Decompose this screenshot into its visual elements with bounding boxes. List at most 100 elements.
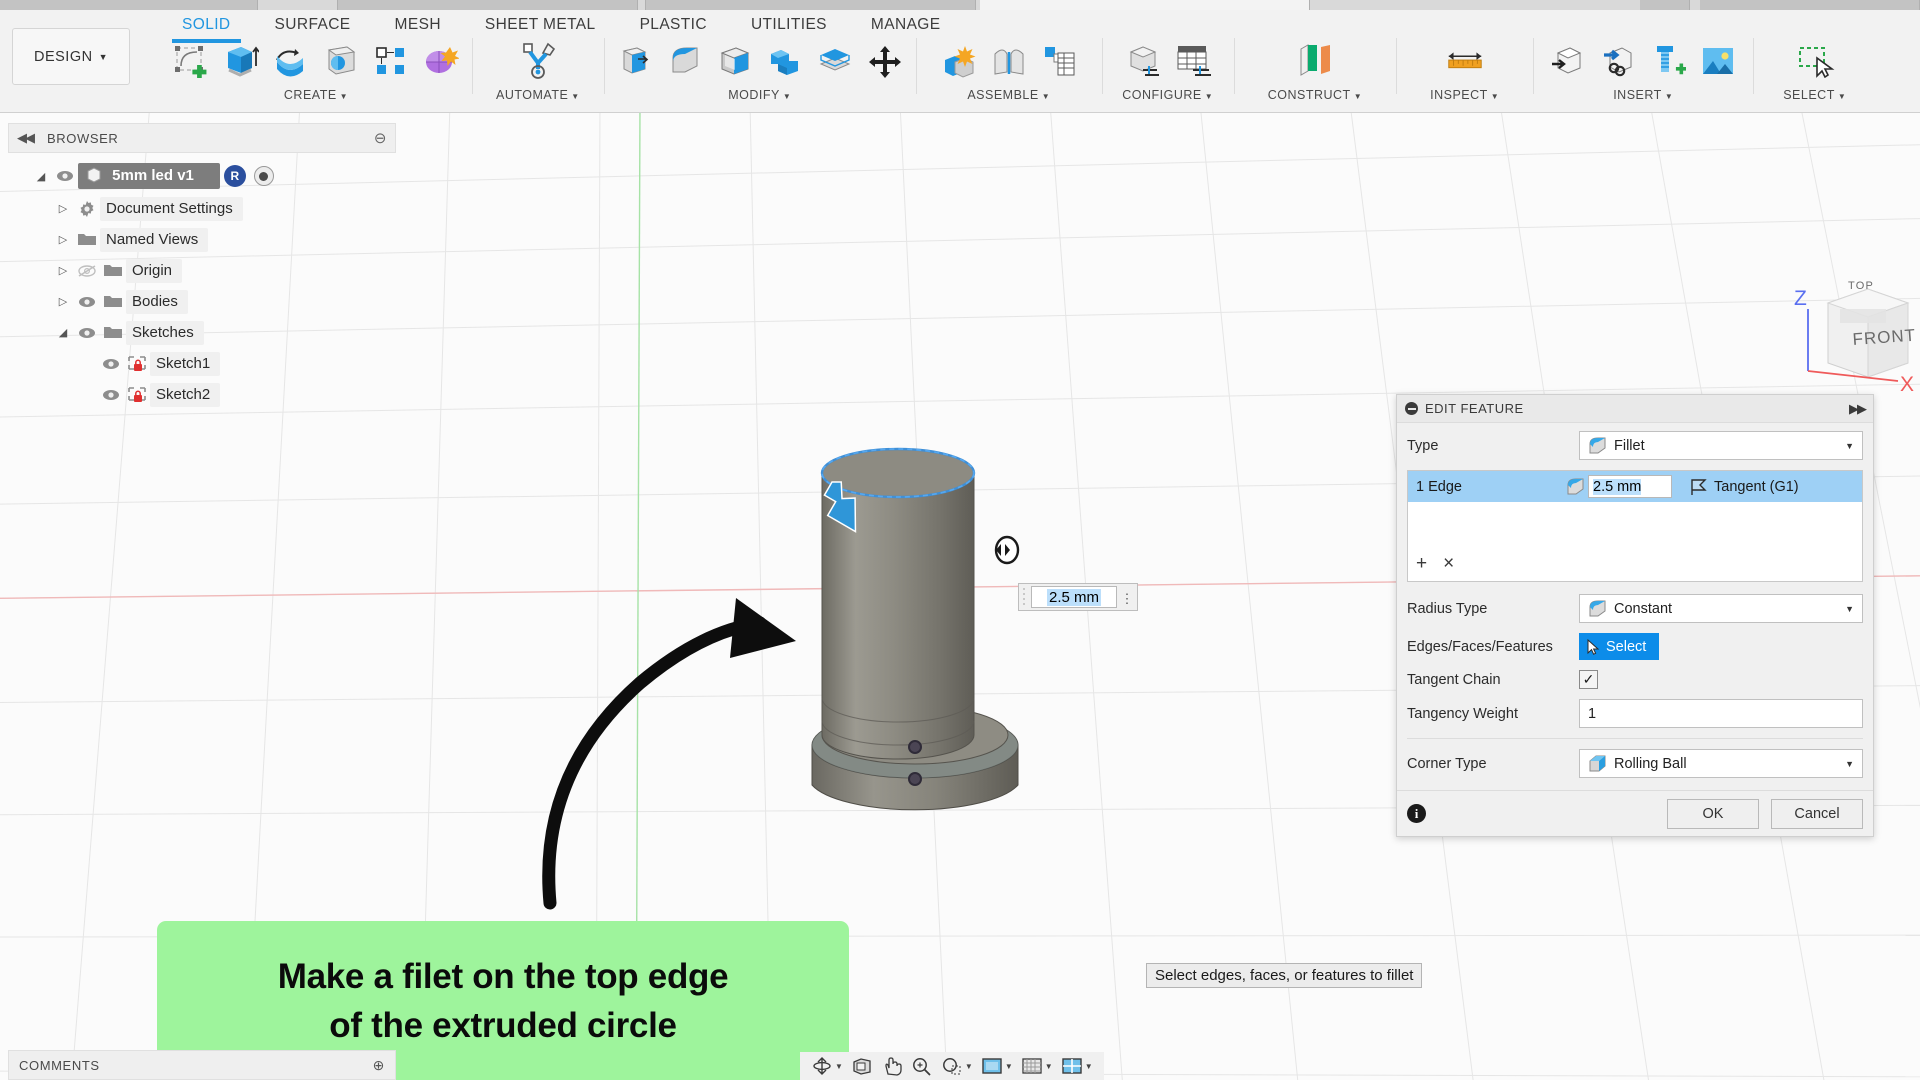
chevron-down-icon[interactable]: ▼ xyxy=(1005,1062,1013,1071)
tangent-chain-checkbox[interactable]: ✓ xyxy=(1579,670,1598,689)
display-settings-icon[interactable]: ▼ xyxy=(978,1056,1016,1076)
chevron-down-icon[interactable]: ▼ xyxy=(1845,441,1854,451)
ok-button[interactable]: OK xyxy=(1667,798,1759,829)
tabstrip-tab[interactable] xyxy=(1700,0,1920,10)
grid-snap-icon[interactable]: ▼ xyxy=(1018,1056,1056,1076)
dimension-input[interactable]: 2.5 mm xyxy=(1031,586,1117,608)
configure-table-icon[interactable] xyxy=(1172,39,1214,83)
measure-icon[interactable] xyxy=(1444,39,1486,83)
construct-plane-icon[interactable] xyxy=(1294,39,1336,83)
info-icon[interactable]: i xyxy=(1407,804,1426,823)
table-row[interactable]: 1 Edge 2.5 mm Tangent (G1) xyxy=(1408,471,1862,502)
ribbon-group-label[interactable]: CREATE ▼ xyxy=(284,88,348,102)
eye-visible-icon[interactable] xyxy=(74,296,100,308)
eye-visible-icon[interactable] xyxy=(74,327,100,339)
corner-type-dropdown[interactable]: Rolling Ball ▼ xyxy=(1579,749,1863,778)
eye-visible-icon[interactable] xyxy=(98,358,124,370)
3d-viewport[interactable]: TOP FRONT Z X ◀◀ BROWSER ⊖ ◢ 5mm led v1 … xyxy=(0,113,1920,1080)
collapse-left-icon[interactable]: ◀◀ xyxy=(17,130,35,146)
collapse-dot-icon[interactable] xyxy=(1405,402,1418,415)
ribbon-group-label[interactable]: CONFIGURE ▼ xyxy=(1122,88,1213,102)
drag-grip-icon[interactable] xyxy=(1019,584,1031,610)
add-edge-button[interactable]: + xyxy=(1416,553,1427,575)
move-copy-icon[interactable] xyxy=(864,39,906,83)
chevron-down-icon[interactable]: ▼ xyxy=(965,1062,973,1071)
browser-item-document-settings[interactable]: ▷ Document Settings xyxy=(8,193,396,224)
twisty-expanded-icon[interactable]: ◢ xyxy=(30,170,52,183)
joint-icon[interactable] xyxy=(988,39,1030,83)
browser-item-bodies[interactable]: ▷ Bodies xyxy=(8,286,396,317)
tabstrip-tab[interactable] xyxy=(0,0,258,10)
dialog-titlebar[interactable]: EDIT FEATURE ▶▶ xyxy=(1397,395,1873,423)
browser-header[interactable]: ◀◀ BROWSER ⊖ xyxy=(8,123,396,153)
dimension-input-box[interactable]: 2.5 mm ⋮ xyxy=(1018,583,1138,611)
pattern-icon[interactable] xyxy=(370,39,412,83)
tabstrip-tab[interactable] xyxy=(1640,0,1690,10)
insert-mcmaster-icon[interactable] xyxy=(1647,39,1689,83)
select-button[interactable]: Select xyxy=(1579,633,1660,660)
comments-panel[interactable]: COMMENTS ⊕ xyxy=(8,1050,396,1080)
chevron-down-icon[interactable]: ▼ xyxy=(1085,1062,1093,1071)
shell-icon[interactable] xyxy=(714,39,756,83)
ribbon-group-label[interactable]: MODIFY ▼ xyxy=(728,88,791,102)
look-at-icon[interactable] xyxy=(848,1056,876,1076)
new-component-icon[interactable] xyxy=(938,39,980,83)
fillet-icon[interactable] xyxy=(664,39,706,83)
edges-table[interactable]: 1 Edge 2.5 mm Tangent (G1) + × xyxy=(1407,470,1863,582)
zoom-icon[interactable] xyxy=(908,1056,936,1076)
offset-face-icon[interactable] xyxy=(814,39,856,83)
eye-visible-icon[interactable] xyxy=(98,389,124,401)
twisty-expanded-icon[interactable]: ◢ xyxy=(52,326,74,339)
press-pull-icon[interactable] xyxy=(614,39,656,83)
revolve-icon[interactable] xyxy=(270,39,312,83)
chevron-down-icon[interactable]: ▼ xyxy=(1845,759,1854,769)
extrude-icon[interactable] xyxy=(220,39,262,83)
eye-visible-icon[interactable] xyxy=(52,170,78,182)
kebab-menu-icon[interactable]: ⋮ xyxy=(1117,592,1137,605)
tabstrip-tab[interactable] xyxy=(338,0,638,10)
ribbon-group-label[interactable]: SELECT ▼ xyxy=(1783,88,1846,102)
activate-component-radio[interactable] xyxy=(253,166,274,186)
twisty-collapsed-icon[interactable]: ▷ xyxy=(52,202,74,215)
continuity-dropdown[interactable]: Tangent (G1) xyxy=(1688,478,1799,496)
browser-item-origin[interactable]: ▷ Origin xyxy=(8,255,396,286)
chevron-down-icon[interactable]: ▼ xyxy=(1045,1062,1053,1071)
browser-item-sketches[interactable]: ◢ Sketches xyxy=(8,317,396,348)
browser-item-named-views[interactable]: ▷ Named Views xyxy=(8,224,396,255)
chevron-down-icon[interactable]: ▼ xyxy=(1845,604,1854,614)
ribbon-group-label[interactable]: CONSTRUCT ▼ xyxy=(1268,88,1362,102)
add-comment-icon[interactable]: ⊕ xyxy=(373,1057,385,1074)
workspace-switcher-button[interactable]: DESIGN ▼ xyxy=(12,28,130,85)
form-icon[interactable] xyxy=(420,39,462,83)
combine-icon[interactable] xyxy=(764,39,806,83)
minimize-icon[interactable]: ⊖ xyxy=(374,129,387,147)
browser-item-5mm-led-v1[interactable]: ◢ 5mm led v1 R xyxy=(8,159,396,193)
type-dropdown[interactable]: Fillet ▼ xyxy=(1579,431,1863,460)
remove-edge-button[interactable]: × xyxy=(1443,553,1454,575)
eye-hidden-icon[interactable] xyxy=(74,264,100,278)
viewports-icon[interactable]: ▼ xyxy=(1058,1056,1096,1076)
select-window-icon[interactable] xyxy=(1794,39,1836,83)
cancel-button[interactable]: Cancel xyxy=(1771,798,1863,829)
create-sketch-icon[interactable] xyxy=(170,39,212,83)
sweep-icon[interactable] xyxy=(320,39,362,83)
tangency-weight-input[interactable]: 1 xyxy=(1579,699,1863,728)
insert-derive-icon[interactable] xyxy=(1547,39,1589,83)
ribbon-group-label[interactable]: AUTOMATE ▼ xyxy=(496,88,580,102)
tabstrip-tab[interactable] xyxy=(646,0,976,10)
ribbon-group-label[interactable]: INSPECT ▼ xyxy=(1430,88,1499,102)
browser-item-sketch2[interactable]: Sketch2 xyxy=(8,379,396,410)
ribbon-group-label[interactable]: INSERT ▼ xyxy=(1613,88,1673,102)
browser-item-sketch1[interactable]: Sketch1 xyxy=(8,348,396,379)
chevron-down-icon[interactable]: ▼ xyxy=(835,1062,843,1071)
automate-icon[interactable] xyxy=(517,39,559,83)
twisty-collapsed-icon[interactable]: ▷ xyxy=(52,264,74,277)
radius-input[interactable]: 2.5 mm xyxy=(1588,475,1672,498)
orbit-icon[interactable]: ▼ xyxy=(808,1056,846,1076)
twisty-collapsed-icon[interactable]: ▷ xyxy=(52,233,74,246)
insert-link-icon[interactable] xyxy=(1597,39,1639,83)
edit-feature-dialog[interactable]: EDIT FEATURE ▶▶ Type Fillet ▼ 1 Edge 2.5… xyxy=(1396,394,1874,837)
configure-part-icon[interactable] xyxy=(1122,39,1164,83)
ribbon-group-label[interactable]: ASSEMBLE ▼ xyxy=(967,88,1050,102)
fit-icon[interactable]: ▼ xyxy=(938,1056,976,1076)
